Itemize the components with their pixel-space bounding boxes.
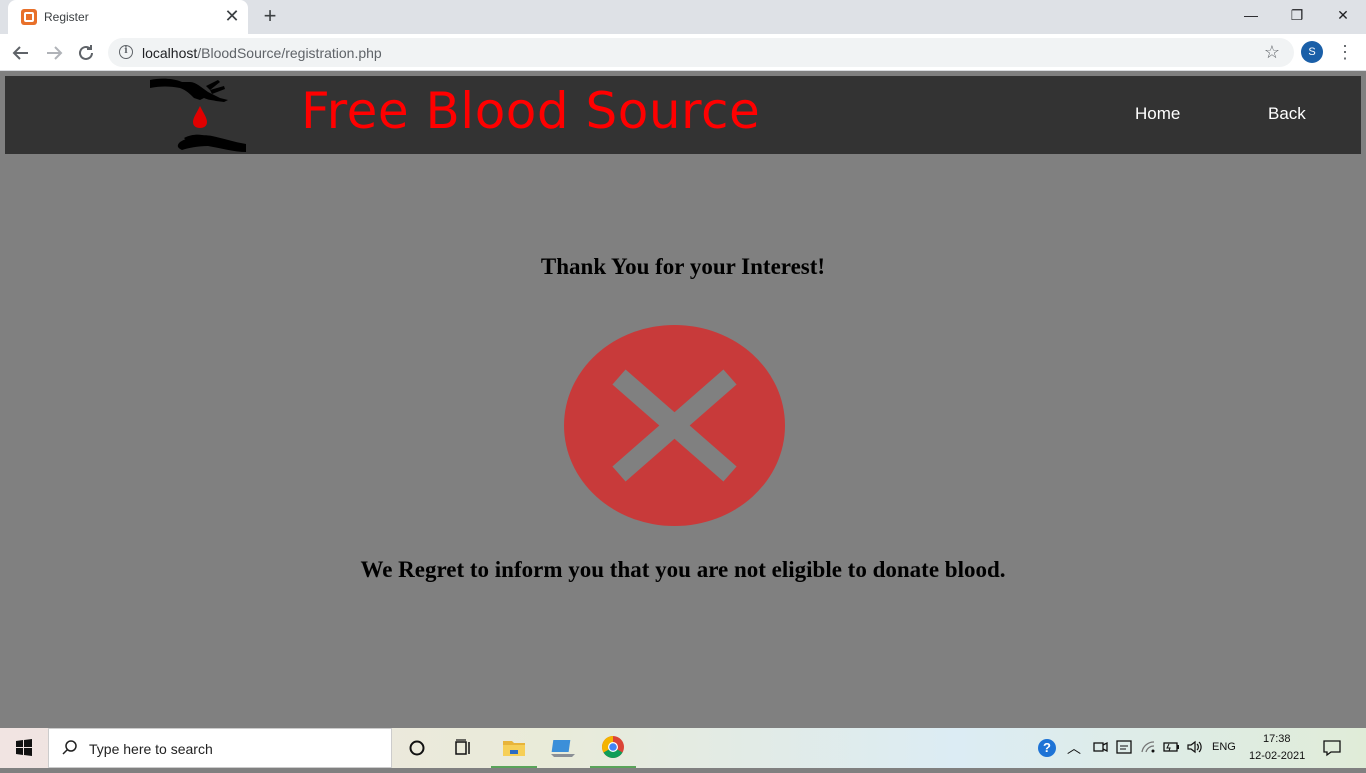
tab-title: Register — [44, 10, 89, 24]
wifi-icon[interactable] — [1140, 738, 1156, 761]
url-path: /BloodSource/registration.php — [197, 45, 382, 61]
task-view-icon[interactable] — [440, 728, 486, 768]
site-info-icon[interactable]: i — [119, 45, 133, 59]
site-title: Free Blood Source — [301, 82, 761, 140]
kebab-menu-icon[interactable]: ⋮ — [1336, 41, 1354, 63]
blood-drop-hands-logo — [150, 78, 246, 152]
url-text[interactable]: localhost/BloodSource/registration.php — [142, 45, 382, 61]
browser-tab[interactable]: Register ✕ — [8, 0, 248, 34]
ineligible-message: We Regret to inform you that you are not… — [360, 557, 1006, 582]
windows-taskbar: Type here to search ? ︿ ENG 17:38 12-02-… — [0, 728, 1366, 768]
error-x-icon — [564, 325, 785, 526]
clock-date[interactable]: 12-02-2021 — [1249, 750, 1305, 762]
url-host: localhost — [142, 45, 198, 61]
tab-close-icon[interactable]: ✕ — [222, 6, 242, 26]
thank-you-heading: Thank You for your Interest! — [540, 254, 826, 279]
page-viewport: Free Blood Source Home Back Thank You fo… — [0, 72, 1366, 728]
browser-toolbar: i localhost/BloodSource/registration.php… — [0, 34, 1366, 71]
meet-now-icon[interactable] — [1092, 738, 1108, 761]
battery-icon[interactable] — [1162, 738, 1180, 761]
close-window-button[interactable]: ✕ — [1320, 0, 1366, 30]
xampp-favicon-icon — [21, 9, 37, 25]
notification-icon[interactable] — [1322, 738, 1342, 763]
language-indicator[interactable]: ENG — [1212, 741, 1236, 753]
minimize-button[interactable]: — — [1228, 0, 1274, 30]
reload-icon[interactable] — [74, 41, 98, 65]
nav-home-link[interactable]: Home — [1135, 104, 1180, 124]
site-header: Free Blood Source Home Back — [5, 76, 1361, 154]
notes-tray-icon[interactable] — [1116, 738, 1132, 761]
address-bar[interactable]: i localhost/BloodSource/registration.php… — [108, 38, 1294, 67]
tab-strip: Register ✕ + — ❐ ✕ — [0, 0, 1366, 34]
forward-arrow-icon[interactable] — [42, 41, 66, 65]
new-tab-button[interactable]: + — [258, 4, 282, 28]
back-arrow-icon[interactable] — [9, 41, 33, 65]
taskbar-search-box[interactable]: Type here to search — [48, 728, 392, 768]
windows-start-icon[interactable] — [0, 728, 48, 768]
file-explorer-icon[interactable] — [491, 728, 537, 768]
cortana-icon[interactable] — [394, 728, 440, 768]
profile-avatar[interactable]: S — [1301, 41, 1323, 63]
search-placeholder: Type here to search — [89, 741, 213, 757]
clock-time[interactable]: 17:38 — [1263, 733, 1291, 745]
nav-back-link[interactable]: Back — [1268, 104, 1306, 124]
laptop-app-icon[interactable] — [541, 728, 587, 768]
help-icon[interactable]: ? — [1038, 739, 1056, 757]
bookmark-star-icon[interactable]: ☆ — [1264, 42, 1280, 63]
chrome-icon[interactable] — [590, 728, 636, 768]
restore-button[interactable]: ❐ — [1274, 0, 1320, 30]
search-icon — [61, 739, 79, 762]
volume-icon[interactable] — [1186, 738, 1204, 761]
chevron-up-icon[interactable]: ︿ — [1067, 738, 1081, 758]
